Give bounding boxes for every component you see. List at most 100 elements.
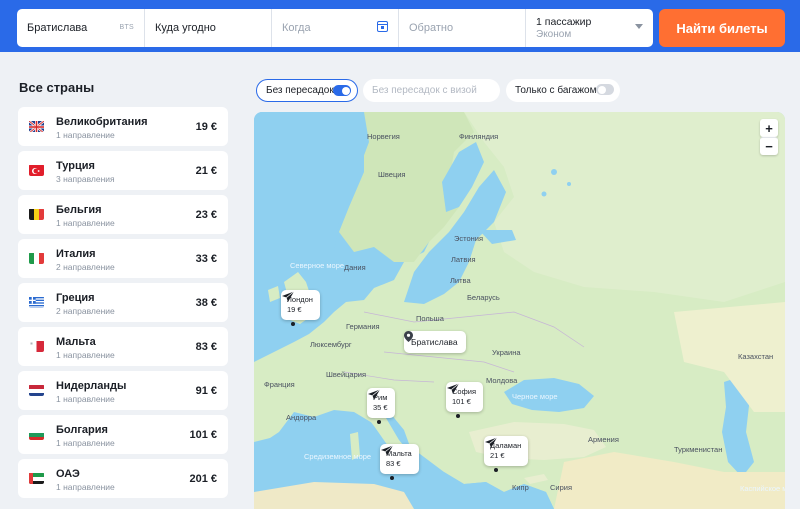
destination-price: 83 € — [386, 459, 401, 468]
country-routes: 1 направление — [56, 218, 115, 228]
destination-dot — [494, 468, 498, 472]
country-item-belgium[interactable]: Бельгия 1 направление 23 € — [18, 195, 228, 234]
country-price: 38 € — [195, 297, 217, 309]
map-label-kazakhstan: Казахстан — [738, 352, 774, 361]
map-label-north-sea: Северное море — [290, 261, 345, 270]
country-item-italy[interactable]: Италия 2 направление 33 € — [18, 239, 228, 278]
plane-icon — [282, 291, 295, 302]
map-label-cyprus: Кипр — [512, 483, 529, 492]
country-name: Нидерланды — [56, 380, 127, 392]
plane-icon — [368, 389, 381, 400]
country-price: 101 € — [189, 429, 217, 441]
map-label-sweden: Швеция — [378, 170, 406, 179]
country-name: ОАЭ — [56, 468, 80, 480]
map-label-finland: Финляндия — [459, 132, 499, 141]
map-label-norway: Норвегия — [367, 132, 400, 141]
depart-date-field[interactable]: Когда — [272, 9, 399, 47]
destination-price: 19 € — [287, 305, 302, 314]
filter-direct-toggle[interactable] — [333, 85, 351, 96]
map[interactable]: Норвегия Финляндия Швеция Эстония Латвия… — [254, 112, 785, 509]
country-item-netherlands[interactable]: Нидерланды 1 направление 91 € — [18, 371, 228, 410]
plane-icon — [447, 383, 460, 394]
sidebar-title: Все страны — [19, 80, 95, 95]
calendar-icon[interactable] — [377, 21, 388, 32]
destination-dot — [456, 414, 460, 418]
destination-field[interactable]: Куда угодно — [145, 9, 272, 47]
origin-marker[interactable]: Братислава — [404, 331, 466, 353]
header: Братислава BTS Куда угодно Когда Обратно… — [0, 0, 800, 52]
country-name: Великобритания — [56, 116, 148, 128]
destination-marker-rome[interactable]: Рим 35 € — [367, 388, 395, 424]
country-item-turkey[interactable]: Турция 3 направления 21 € — [18, 151, 228, 190]
filter-baggage-label: Только с багажом — [515, 85, 597, 96]
flag-netherlands-icon — [29, 384, 44, 396]
destination-price: 35 € — [373, 403, 388, 412]
country-price: 23 € — [195, 209, 217, 221]
passengers-field[interactable]: 1 пассажир Эконом — [526, 9, 653, 47]
map-label-switzerland: Швейцария — [326, 370, 367, 379]
zoom-out-button[interactable]: − — [760, 137, 778, 155]
search-bar: Братислава BTS Куда угодно Когда Обратно… — [17, 9, 653, 47]
country-item-uk[interactable]: Великобритания 1 направление 19 € — [18, 107, 228, 146]
plane-icon — [485, 437, 498, 448]
country-name: Турция — [56, 160, 95, 172]
map-label-moldova: Молдова — [486, 376, 518, 385]
chevron-down-icon — [635, 24, 643, 29]
flag-italy-icon — [29, 252, 44, 264]
origin-value: Братислава — [27, 22, 88, 34]
country-routes: 1 направление — [56, 350, 115, 360]
destination-marker-malta[interactable]: Мальта 83 € — [380, 444, 419, 480]
return-date-placeholder: Обратно — [409, 22, 454, 34]
country-price: 21 € — [195, 165, 217, 177]
country-list: Великобритания 1 направление 19 € Турция… — [18, 107, 228, 503]
country-price: 83 € — [195, 341, 217, 353]
map-label-caspian-sea: Каспийское море — [740, 484, 785, 493]
country-item-bulgaria[interactable]: Болгария 1 направление 101 € — [18, 415, 228, 454]
plane-icon — [381, 445, 394, 456]
country-routes: 3 направления — [56, 174, 115, 184]
destination-marker-dalaman[interactable]: Даламан 21 € — [484, 436, 529, 472]
flag-belgium-icon — [29, 208, 44, 220]
map-label-luxembourg: Люксембург — [310, 340, 352, 349]
filter-no-visa[interactable]: Без пересадок с визой — [363, 79, 500, 102]
map-label-andorra: Андорра — [286, 413, 317, 422]
find-tickets-button[interactable]: Найти билеты — [659, 9, 785, 47]
flag-malta-icon — [29, 340, 44, 352]
destination-marker-london[interactable]: Лондон 19 € — [281, 290, 320, 326]
origin-field[interactable]: Братислава BTS — [17, 9, 145, 47]
country-item-greece[interactable]: Греция 2 направление 38 € — [18, 283, 228, 322]
country-name: Италия — [56, 248, 96, 260]
filter-no-visa-label: Без пересадок с визой — [372, 85, 477, 96]
filter-baggage[interactable]: Только с багажом — [506, 79, 620, 102]
destination-value: Куда угодно — [155, 22, 216, 34]
map-label-belarus: Беларусь — [467, 293, 500, 302]
destination-dot — [390, 476, 394, 480]
map-label-denmark: Дания — [344, 263, 366, 272]
destination-price: 101 € — [452, 397, 471, 406]
map-label-ukraine: Украина — [492, 348, 521, 357]
map-label-black-sea: Черное море — [512, 392, 558, 401]
country-price: 91 € — [195, 385, 217, 397]
filter-direct[interactable]: Без пересадок — [256, 79, 358, 102]
country-name: Греция — [56, 292, 95, 304]
map-label-syria: Сирия — [550, 483, 573, 492]
passengers-count: 1 пассажир — [536, 16, 592, 28]
zoom-in-button[interactable]: + — [760, 119, 778, 137]
country-name: Мальта — [56, 336, 96, 348]
map-label-armenia: Армения — [588, 435, 619, 444]
country-item-malta[interactable]: Мальта 1 направление 83 € — [18, 327, 228, 366]
origin-code: BTS — [119, 24, 134, 31]
flag-turkey-icon — [29, 164, 44, 176]
flag-uk-icon — [29, 120, 44, 132]
country-routes: 1 направление — [56, 130, 115, 140]
destination-price: 21 € — [490, 451, 505, 460]
destination-marker-sofia[interactable]: София 101 € — [446, 382, 484, 418]
return-date-field[interactable]: Обратно — [399, 9, 526, 47]
country-price: 33 € — [195, 253, 217, 265]
country-routes: 2 направление — [56, 306, 115, 316]
filter-baggage-toggle[interactable] — [596, 84, 614, 95]
flag-greece-icon — [29, 296, 44, 308]
destination-dot — [377, 420, 381, 424]
location-pin-icon — [404, 331, 413, 342]
country-item-uae[interactable]: ОАЭ 1 направление 201 € — [18, 459, 228, 498]
